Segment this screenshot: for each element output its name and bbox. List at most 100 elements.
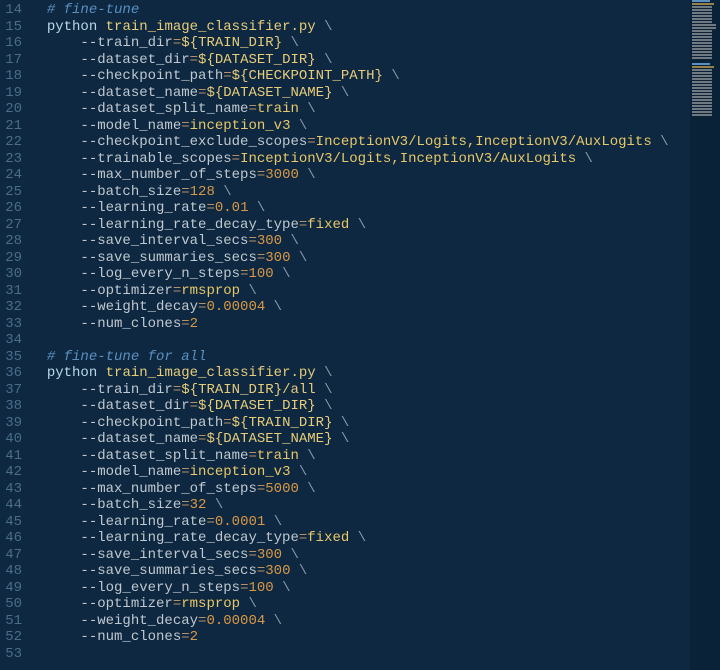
code-line[interactable]: --log_every_n_steps=100 \ [30,266,690,283]
token-flag: --weight_decay [80,613,198,629]
code-line[interactable]: --model_name=inception_v3 \ [30,118,690,135]
token-value: train [257,101,299,117]
code-line[interactable]: --learning_rate_decay_type=fixed \ [30,217,690,234]
token-cont: \ [341,415,349,431]
line-number: 53 [4,646,22,663]
code-line[interactable]: --save_summaries_secs=300 \ [30,250,690,267]
token-cont: \ [341,85,349,101]
line-number: 45 [4,514,22,531]
token-varbrace: ${ [198,52,215,68]
minimap-line [692,93,712,95]
line-number: 26 [4,200,22,217]
line-number: 41 [4,448,22,465]
token-equals: = [206,514,214,530]
token-flag: --num_clones [80,629,181,645]
token-flag: --dataset_split_name [80,448,248,464]
code-line[interactable]: --dataset_name=${DATASET_NAME} \ [30,85,690,102]
code-line[interactable]: --batch_size=32 \ [30,497,690,514]
code-line[interactable]: --optimizer=rmsprop \ [30,283,690,300]
code-line[interactable]: # fine-tune [30,2,690,19]
code-line[interactable]: --trainable_scopes=InceptionV3/Logits,In… [30,151,690,168]
token-flag: --learning_rate [80,200,206,216]
token-varname: DATASET_NAME [223,85,324,101]
minimap-line [692,6,712,8]
code-line[interactable]: --checkpoint_exclude_scopes=InceptionV3/… [30,134,690,151]
token-value: InceptionV3/Logits,InceptionV3/AuxLogits [316,134,652,150]
minimap-line [692,114,712,116]
line-number: 38 [4,398,22,415]
minimap-line [692,57,712,59]
code-line[interactable]: --dataset_split_name=train \ [30,448,690,465]
token-varname: TRAIN_DIR [248,415,324,431]
code-line[interactable]: --dataset_name=${DATASET_NAME} \ [30,431,690,448]
token-varbrace: } [375,68,383,84]
token-flag: --max_number_of_steps [80,167,256,183]
code-line[interactable]: python train_image_classifier.py \ [30,19,690,36]
code-line[interactable]: --num_clones=2 [30,316,690,333]
token-cont: \ [299,563,307,579]
token-cont: \ [307,481,315,497]
token-cont: \ [274,613,282,629]
line-number: 42 [4,464,22,481]
line-number: 25 [4,184,22,201]
code-line[interactable]: --train_dir=${TRAIN_DIR} \ [30,35,690,52]
code-line[interactable]: --save_interval_secs=300 \ [30,233,690,250]
minimap-line [692,60,720,62]
code-area[interactable]: # fine-tune python train_image_classifie… [30,0,690,670]
code-line[interactable] [30,332,690,349]
line-number: 35 [4,349,22,366]
code-line[interactable]: --dataset_dir=${DATASET_DIR} \ [30,52,690,69]
token-number: 5000 [265,481,299,497]
code-line[interactable]: python train_image_classifier.py \ [30,365,690,382]
code-line[interactable]: --checkpoint_path=${TRAIN_DIR} \ [30,415,690,432]
code-line[interactable] [30,646,690,663]
code-line[interactable]: --learning_rate=0.01 \ [30,200,690,217]
token-equals: = [173,283,181,299]
token-cont: \ [391,68,399,84]
code-line[interactable]: --learning_rate_decay_type=fixed \ [30,530,690,547]
minimap-line [692,21,712,23]
token-flag: --save_summaries_secs [80,250,256,266]
token-cont: \ [307,448,315,464]
token-value: rmsprop [181,596,240,612]
token-script: train_image_classifier.py [106,365,316,381]
token-number: 2 [190,316,198,332]
code-line[interactable]: --batch_size=128 \ [30,184,690,201]
code-line[interactable]: --learning_rate=0.0001 \ [30,514,690,531]
line-number-gutter: 1415161718192021222324252627282930313233… [0,0,30,670]
token-cont: \ [223,184,231,200]
code-line[interactable]: --save_interval_secs=300 \ [30,547,690,564]
code-line[interactable]: --weight_decay=0.00004 \ [30,299,690,316]
token-equals: = [190,52,198,68]
code-line[interactable]: # fine-tune for all [30,349,690,366]
code-line[interactable]: --num_clones=2 [30,629,690,646]
token-equals: = [307,134,315,150]
minimap-line [692,72,712,74]
minimap-line [692,0,710,2]
minimap-line [692,30,712,32]
code-editor[interactable]: 1415161718192021222324252627282930313233… [0,0,690,670]
code-line[interactable]: --checkpoint_path=${CHECKPOINT_PATH} \ [30,68,690,85]
token-value: InceptionV3/Logits,InceptionV3/AuxLogits [240,151,576,167]
token-value: rmsprop [181,283,240,299]
code-line[interactable]: --dataset_dir=${DATASET_DIR} \ [30,398,690,415]
token-flag: --optimizer [80,283,172,299]
token-cont: \ [324,19,332,35]
code-line[interactable]: --optimizer=rmsprop \ [30,596,690,613]
code-line[interactable]: --model_name=inception_v3 \ [30,464,690,481]
code-line[interactable]: --train_dir=${TRAIN_DIR}/all \ [30,382,690,399]
token-cont: \ [324,52,332,68]
code-line[interactable]: --max_number_of_steps=5000 \ [30,481,690,498]
minimap[interactable] [690,0,720,670]
code-line[interactable]: --dataset_split_name=train \ [30,101,690,118]
code-line[interactable]: --save_summaries_secs=300 \ [30,563,690,580]
code-line[interactable]: --weight_decay=0.00004 \ [30,613,690,630]
token-varbrace: ${ [181,382,198,398]
code-line[interactable]: --log_every_n_steps=100 \ [30,580,690,597]
line-number: 15 [4,19,22,36]
token-varname: TRAIN_DIR [198,382,274,398]
code-line[interactable]: --max_number_of_steps=3000 \ [30,167,690,184]
minimap-line [692,75,712,77]
token-cont: \ [282,266,290,282]
token-value: inception_v3 [190,118,291,134]
